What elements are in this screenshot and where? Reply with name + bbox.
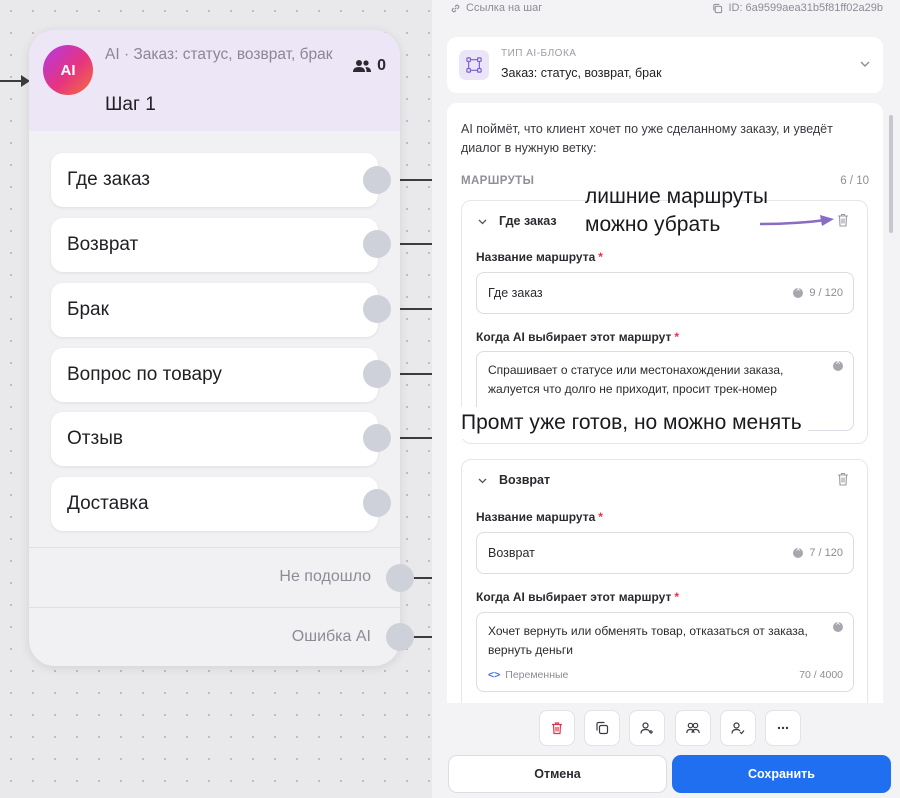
node-header[interactable]: AI AI · Заказ: статус, возврат, брак Шаг…	[29, 30, 400, 131]
route-name-counter: 9 / 120	[793, 284, 843, 299]
more-button[interactable]	[765, 710, 801, 746]
route-name-value: Где заказ	[488, 286, 543, 300]
route-prompt-label: Когда AI выбирает этот маршрут *	[476, 590, 679, 604]
output-port[interactable]	[386, 623, 414, 651]
route-button[interactable]: Брак	[51, 283, 378, 337]
route-card: Возврат Название маршрута* Возврат 7 / 1…	[461, 459, 868, 703]
route-name-label: Название маршрута *	[476, 510, 603, 524]
connector-line	[395, 179, 435, 181]
clear-icon[interactable]	[833, 618, 843, 632]
route-button[interactable]: Где заказ	[51, 153, 378, 207]
connector-line	[395, 437, 435, 439]
output-port[interactable]	[363, 360, 391, 388]
properties-panel: Ссылка на шаг ID: 6a9599aea31b5f81ff02a2…	[432, 0, 900, 798]
connector-line	[395, 373, 435, 375]
connector-line	[395, 243, 435, 245]
output-port[interactable]	[363, 230, 391, 258]
route-prompt-value: Хочет вернуть или обменять товар, отказа…	[488, 624, 808, 657]
save-button[interactable]: Сохранить	[672, 755, 891, 793]
user-check-button[interactable]	[720, 710, 756, 746]
more-icon	[777, 726, 789, 730]
routes-title: МАРШРУТЫ	[461, 175, 535, 187]
output-port[interactable]	[363, 295, 391, 323]
route-card-title[interactable]: Где заказ	[499, 214, 557, 228]
fallback-error-label: Ошибка AI	[291, 628, 371, 645]
node-tree-icon	[459, 50, 489, 80]
route-name-input[interactable]: Где заказ 9 / 120	[476, 272, 854, 314]
node-toolbar	[432, 710, 900, 746]
route-prompt-label: Когда AI выбирает этот маршрут *	[476, 330, 679, 344]
trash-icon[interactable]	[837, 472, 849, 486]
ai-badge-icon: AI	[43, 45, 93, 95]
annotation-arrow-icon	[760, 215, 834, 226]
delete-button[interactable]	[539, 710, 575, 746]
fallback-no-match-label: Не подошло	[279, 568, 371, 585]
step-id-value: ID: 6a9599aea31b5f81ff02a29b	[728, 2, 883, 14]
node-title: Шаг 1	[105, 94, 156, 115]
chevron-down-icon[interactable]	[477, 216, 488, 227]
participants-count: 0	[377, 57, 386, 74]
block-type-label: ТИП AI-БЛОКА	[501, 48, 577, 59]
node-divider	[29, 607, 400, 608]
textarea-footer: <> Переменные 70 / 4000	[488, 669, 843, 683]
step-link[interactable]: Ссылка на шаг	[450, 2, 542, 14]
assign-user-icon	[640, 722, 653, 734]
prompt-hint-annotation: Промт уже готов, но можно менять	[455, 407, 808, 439]
route-prompt-textarea[interactable]: Хочет вернуть или обменять товар, отказа…	[476, 612, 854, 692]
trash-icon[interactable]	[837, 213, 849, 227]
step-link-label: Ссылка на шаг	[466, 2, 543, 14]
route-name-input[interactable]: Возврат 7 / 120	[476, 532, 854, 574]
output-port[interactable]	[386, 564, 414, 592]
node-divider	[29, 547, 400, 548]
clear-icon[interactable]	[833, 357, 843, 371]
route-name-label: Название маршрута *	[476, 250, 603, 264]
step-id[interactable]: ID: 6a9599aea31b5f81ff02a29b	[712, 2, 883, 14]
participants-counter[interactable]: 0	[353, 57, 386, 75]
link-icon	[451, 4, 460, 12]
chevron-down-icon[interactable]	[477, 475, 488, 486]
duplicate-button[interactable]	[584, 710, 620, 746]
copy-id-icon	[713, 3, 723, 13]
block-type-select[interactable]: ТИП AI-БЛОКА Заказ: статус, возврат, бра…	[447, 37, 883, 93]
route-button[interactable]: Возврат	[51, 218, 378, 272]
clear-icon[interactable]	[793, 544, 804, 558]
route-name-value: Возврат	[488, 546, 535, 560]
panel-top-bar: Ссылка на шаг ID: 6a9599aea31b5f81ff02a2…	[432, 0, 900, 22]
block-type-value: Заказ: статус, возврат, брак	[501, 66, 662, 80]
variables-button[interactable]: <> Переменные	[488, 669, 568, 681]
assign-user-button[interactable]	[629, 710, 665, 746]
connector-line	[395, 308, 435, 310]
block-description: AI поймёт, что клиент хочет по уже сдела…	[461, 122, 833, 155]
incoming-connector	[0, 75, 30, 87]
route-prompt-value: Спрашивает о статусе или местонахождении…	[488, 363, 784, 396]
route-name-counter: 7 / 120	[793, 544, 843, 559]
routes-count: 6 / 10	[840, 175, 869, 187]
prompt-counter: 70 / 4000	[799, 669, 843, 681]
node-subtitle: AI · Заказ: статус, возврат, брак	[105, 46, 333, 63]
route-button[interactable]: Отзыв	[51, 412, 378, 466]
output-port[interactable]	[363, 424, 391, 452]
ai-step-node[interactable]: AI AI · Заказ: статус, возврат, брак Шаг…	[29, 30, 400, 666]
output-port[interactable]	[363, 489, 391, 517]
chevron-down-icon	[860, 61, 870, 67]
people-icon	[353, 60, 372, 72]
route-card-title[interactable]: Возврат	[499, 473, 550, 487]
cancel-button[interactable]: Отмена	[448, 755, 667, 793]
clear-icon[interactable]	[793, 284, 804, 298]
trash-icon	[552, 722, 562, 735]
panel-scrollbar[interactable]	[889, 115, 893, 233]
route-button[interactable]: Доставка	[51, 477, 378, 531]
group-icon	[686, 722, 700, 734]
code-brackets-icon: <>	[488, 669, 501, 681]
output-port[interactable]	[363, 166, 391, 194]
group-button[interactable]	[675, 710, 711, 746]
route-button[interactable]: Вопрос по товару	[51, 348, 378, 402]
user-check-icon	[731, 722, 745, 735]
copy-icon	[596, 721, 609, 735]
